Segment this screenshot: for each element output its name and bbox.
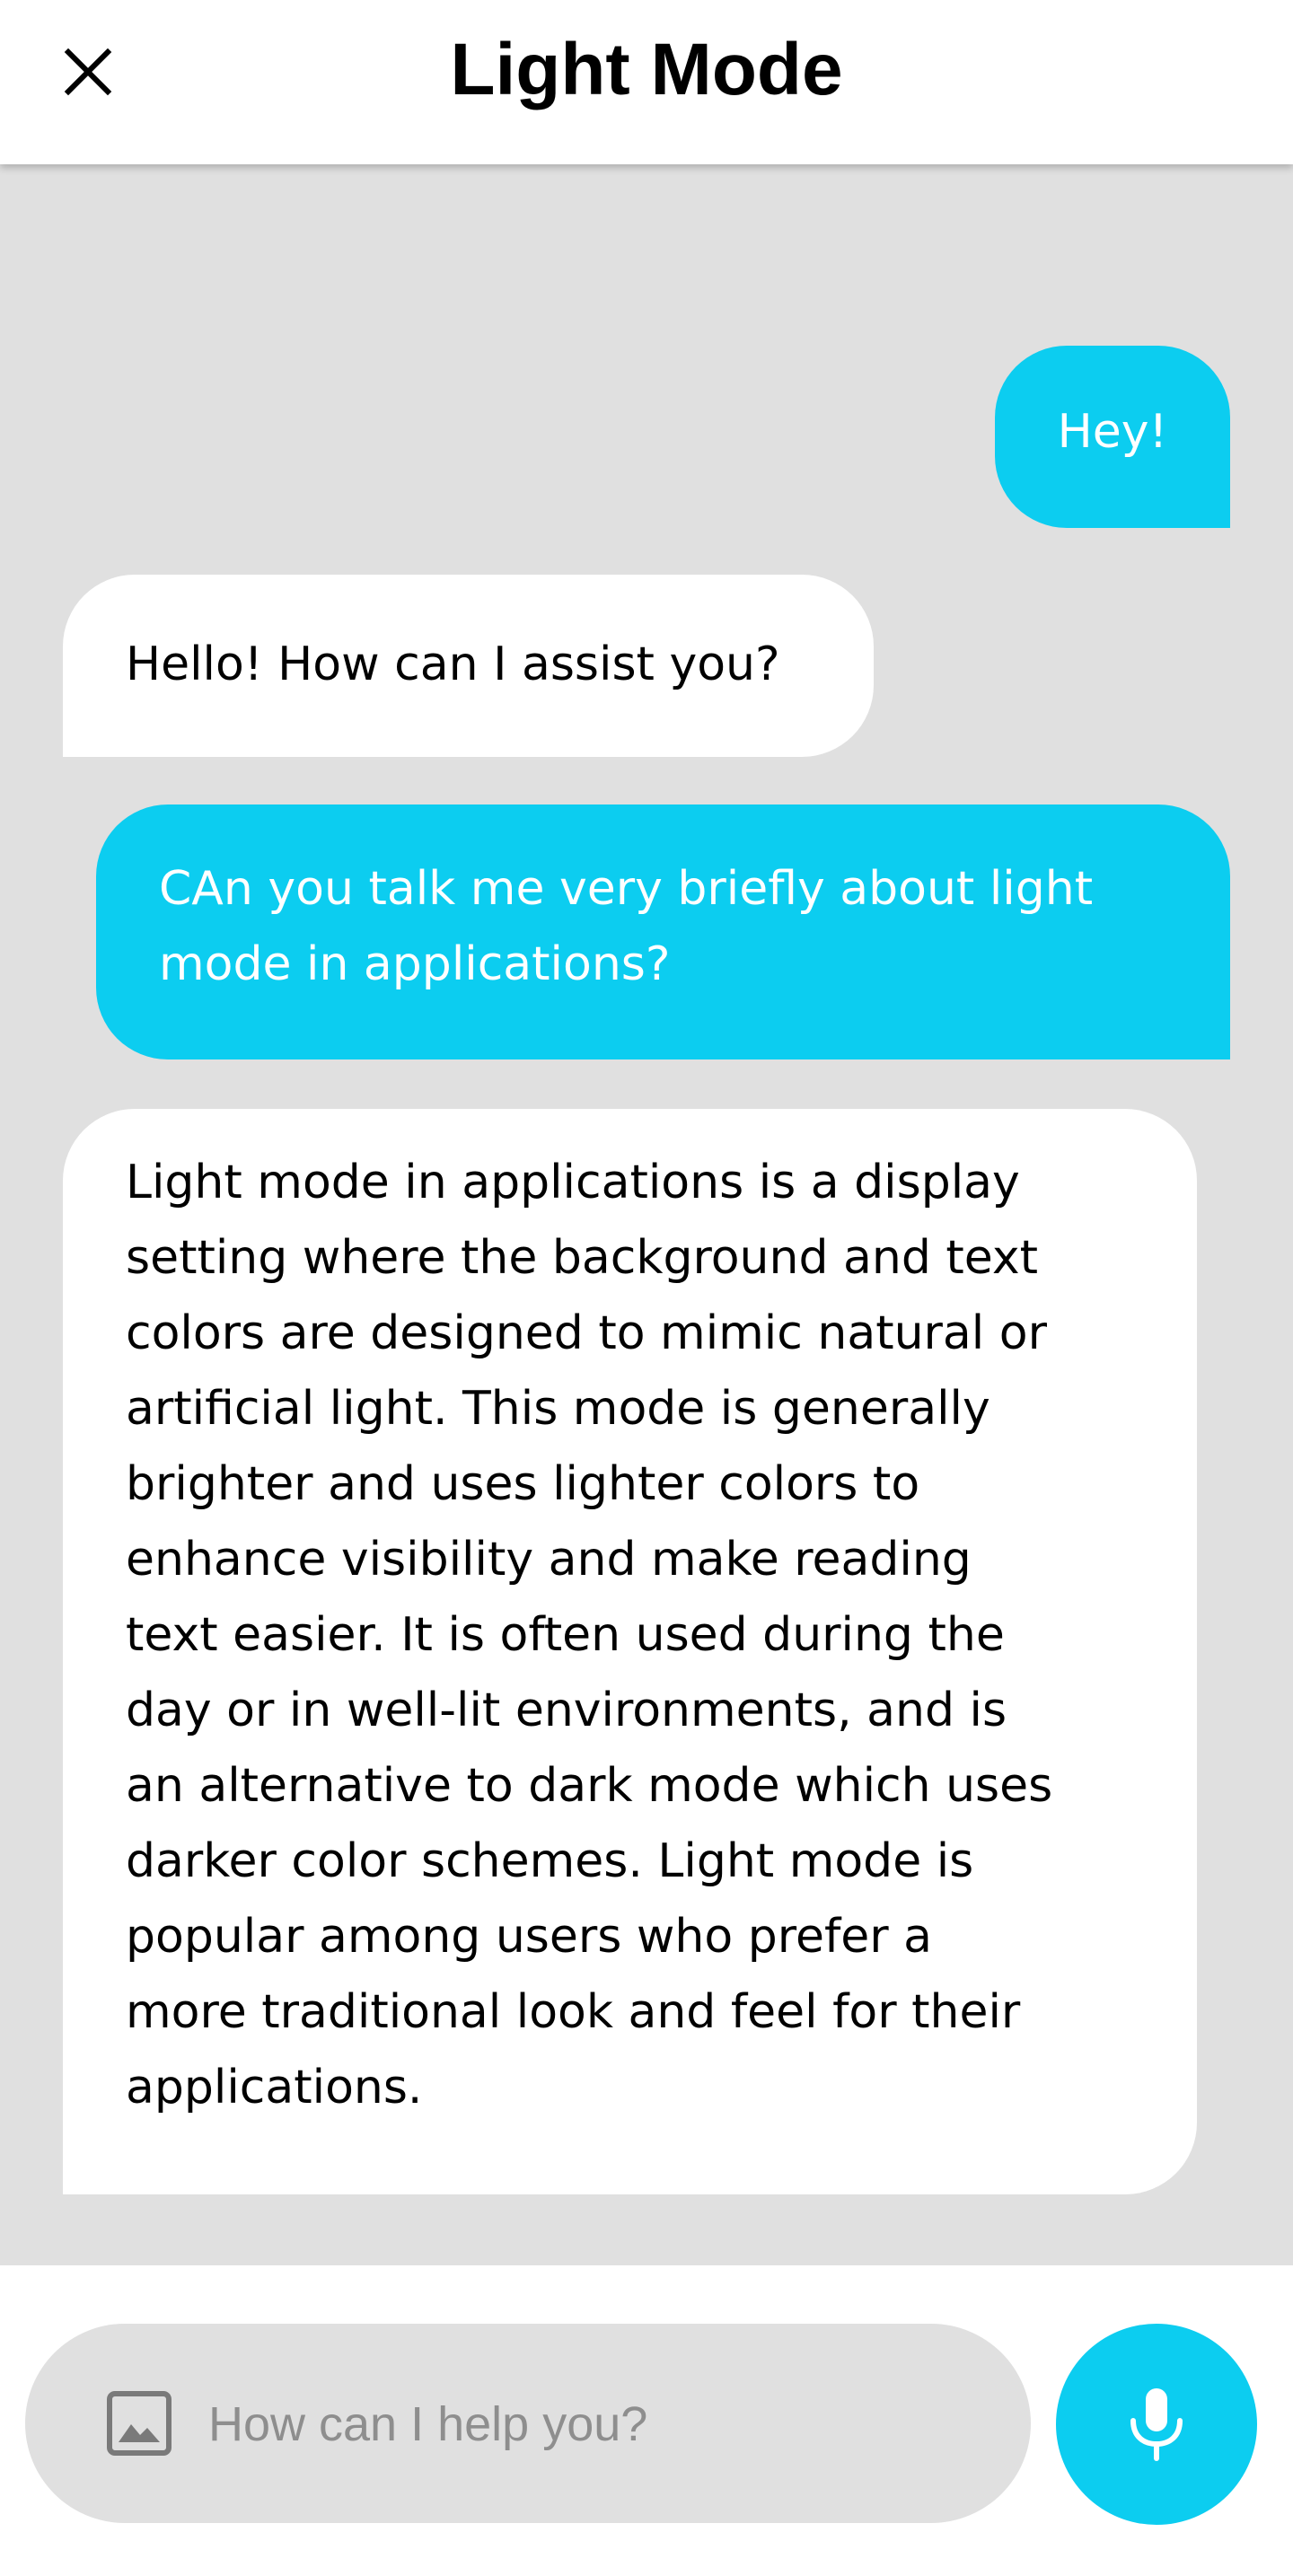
page-title: Light Mode [450,29,843,110]
message-input-container [25,2324,1031,2523]
user-message: Hey! [995,346,1230,528]
top-app-bar: Light Mode [0,0,1293,164]
chat-message-list[interactable]: Hey! Hello! How can I assist you? CAn yo… [0,164,1293,2265]
message-composer [0,2265,1293,2576]
microphone-button[interactable] [1056,2324,1257,2525]
image-icon [107,2391,172,2456]
microphone-icon [1130,2388,1183,2461]
message-input[interactable] [207,2365,982,2484]
attach-image-button[interactable] [97,2381,181,2466]
user-message: CAn you talk me very briefly about light… [96,804,1230,1059]
chat-app: Light Mode Hey! Hello! How can I assist … [0,0,1293,2576]
assistant-message: Hello! How can I assist you? [63,575,874,757]
assistant-message: Light mode in applications is a display … [63,1109,1197,2194]
